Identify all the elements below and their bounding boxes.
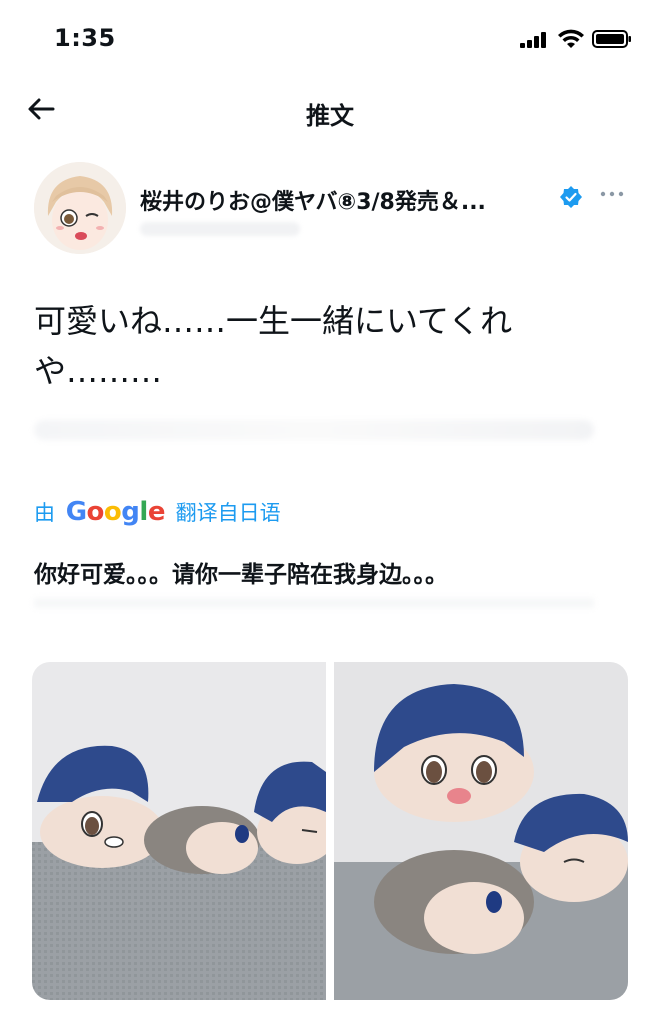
google-logo-text: Google	[65, 497, 166, 527]
translation-suffix: 翻译自日语	[175, 501, 281, 525]
translation-attribution[interactable]: 由 Google 翻译自日语	[34, 497, 281, 527]
google-letter: g	[121, 497, 140, 527]
status-time: 1:35	[54, 24, 116, 52]
tweet-photo-1[interactable]	[32, 662, 337, 1000]
tweet-text: 可愛いね……一生一緒にいてくれや………	[34, 302, 513, 390]
google-letter: l	[139, 497, 148, 527]
page-title: 推文	[306, 102, 354, 130]
tweet-photo-2[interactable]	[334, 662, 628, 1000]
google-letter: o	[86, 497, 105, 527]
obscured-divider	[34, 598, 594, 608]
plush-photo-illustration	[32, 662, 337, 1000]
plush-photo-illustration	[334, 662, 628, 1000]
translation-prefix: 由	[34, 501, 55, 525]
translated-text: 你好可爱。。。请你一辈子陪在我身边。。。	[34, 562, 448, 588]
verified-badge-icon	[560, 186, 582, 208]
author-display-name[interactable]: 桜井のりお@僕ヤバ⑧3/8発売＆...	[140, 184, 486, 216]
avatar[interactable]	[34, 162, 126, 254]
google-letter: e	[147, 497, 166, 527]
obscured-text	[34, 420, 594, 440]
google-letter: G	[65, 497, 87, 527]
cellular-signal-icon	[520, 32, 546, 48]
battery-icon	[592, 30, 631, 48]
obscured-handle	[140, 222, 300, 236]
tweet-media	[32, 662, 628, 1000]
avatar-illustration	[34, 162, 126, 254]
google-letter: o	[103, 497, 122, 527]
more-options-icon[interactable]	[598, 184, 626, 204]
wifi-icon	[558, 29, 584, 48]
